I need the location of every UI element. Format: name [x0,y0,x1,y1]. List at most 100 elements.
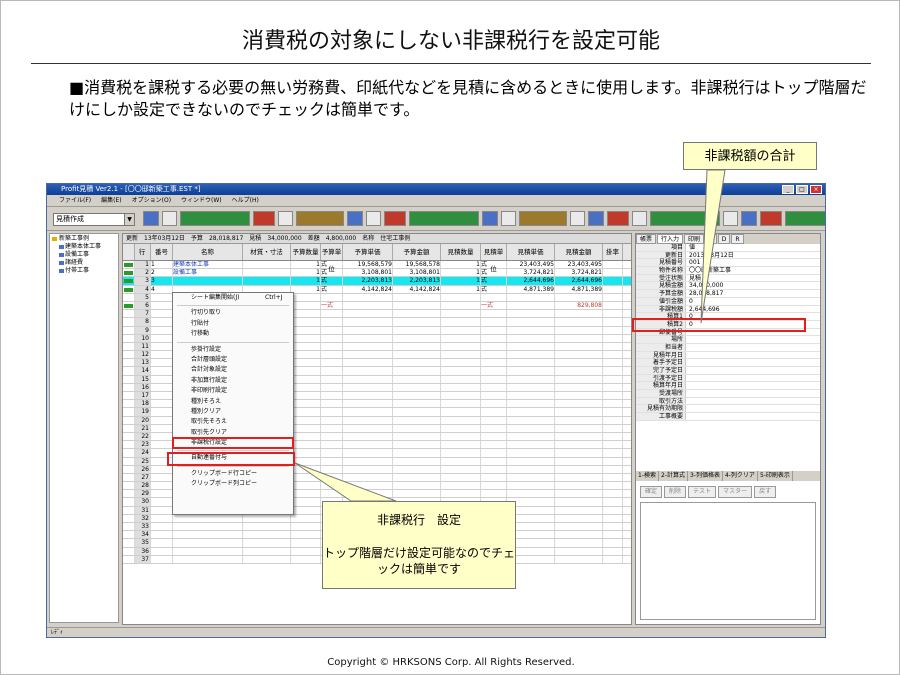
table-cell[interactable] [481,318,507,326]
table-cell[interactable] [481,400,507,408]
table-cell[interactable] [393,293,441,301]
table-cell[interactable] [151,367,173,375]
column-header[interactable]: 予算単価 [343,244,393,260]
toolbar-button[interactable] [501,211,516,226]
table-cell[interactable] [151,359,173,367]
table-cell[interactable] [507,293,555,301]
property-row[interactable]: 物件名称 〇〇邸新築工事 [636,267,820,275]
table-cell[interactable] [555,400,603,408]
table-cell[interactable] [291,498,321,506]
table-cell[interactable] [441,367,481,375]
context-menu-item[interactable]: 種別クリア [173,407,293,417]
toolbar-button[interactable] [384,211,406,226]
table-cell[interactable]: 13 [135,359,151,367]
toolbar-button[interactable] [760,211,782,226]
table-cell[interactable]: 12 [135,351,151,359]
table-cell[interactable] [393,342,441,351]
table-cell[interactable] [603,449,623,457]
table-cell[interactable] [173,514,243,522]
table-cell[interactable] [603,301,623,310]
table-cell[interactable] [321,367,343,375]
table-cell[interactable]: 2,203,813 [393,277,441,285]
table-cell[interactable] [151,392,173,400]
column-header[interactable]: 見積単位 [481,244,507,273]
table-cell[interactable]: 3,108,801 [343,269,393,277]
table-cell[interactable] [393,432,441,441]
table-cell[interactable]: 7 [135,310,151,318]
table-cell[interactable] [151,465,173,473]
table-cell[interactable]: 式 [321,261,343,269]
table-cell[interactable]: 18 [135,400,151,408]
table-cell[interactable] [321,334,343,342]
table-cell[interactable]: 1 [441,285,481,293]
table-cell[interactable] [603,531,623,539]
table-cell[interactable] [123,383,135,391]
table-cell[interactable] [321,392,343,400]
property-row[interactable]: 値引金額 0 [636,297,820,306]
pane-button[interactable]: 確定 [640,486,663,498]
table-cell[interactable]: 1 [291,277,321,285]
table-cell[interactable] [441,293,481,301]
table-cell[interactable] [555,326,603,334]
table-cell[interactable] [151,490,173,498]
toolbar-button[interactable] [741,211,757,226]
table-cell[interactable]: 1 [291,285,321,293]
bottom-tab[interactable]: 1-検索 [636,471,659,481]
table-cell[interactable] [481,408,507,416]
table-cell[interactable] [603,293,623,301]
table-cell[interactable] [603,465,623,473]
table-cell[interactable] [151,506,173,514]
table-cell[interactable] [393,367,441,375]
table-cell[interactable] [291,490,321,498]
table-cell[interactable] [291,334,321,342]
table-cell[interactable] [603,498,623,506]
table-cell[interactable] [393,375,441,383]
table-cell[interactable] [555,498,603,506]
toolbar-button[interactable] [296,211,344,226]
table-cell[interactable] [603,441,623,449]
table-cell[interactable] [507,359,555,367]
table-cell[interactable] [441,490,481,498]
minimize-button[interactable]: _ [782,185,794,194]
table-cell[interactable] [151,547,173,555]
context-menu-item[interactable]: 歩掛行設定 [173,345,293,355]
tree-item[interactable]: 付帯工事 [51,267,117,275]
table-cell[interactable] [243,531,291,539]
chevron-down-icon[interactable]: ▼ [124,214,134,225]
table-cell[interactable] [343,490,393,498]
table-cell[interactable]: 16 [135,383,151,391]
table-cell[interactable] [123,514,135,522]
table-cell[interactable] [123,555,135,563]
table-cell[interactable]: 1 [441,269,481,277]
table-cell[interactable] [123,342,135,351]
table-cell[interactable] [173,523,243,531]
table-cell[interactable] [603,416,623,424]
table-cell[interactable] [321,383,343,391]
table-cell[interactable] [393,351,441,359]
table-cell[interactable] [123,408,135,416]
table-cell[interactable] [291,514,321,522]
table-cell[interactable] [321,490,343,498]
table-cell[interactable] [393,473,441,482]
table-cell[interactable] [507,367,555,375]
table-cell[interactable]: 式 [481,269,507,277]
table-cell[interactable] [321,375,343,383]
table-cell[interactable] [151,416,173,424]
table-cell[interactable] [343,351,393,359]
table-cell[interactable] [481,465,507,473]
table-cell[interactable] [123,277,135,285]
table-cell[interactable]: 33 [135,523,151,531]
table-cell[interactable] [603,482,623,490]
menu-item[interactable]: オプション(O) [132,195,171,206]
context-menu-item[interactable]: 取引先クリア [173,428,293,438]
table-cell[interactable] [393,457,441,465]
table-cell[interactable] [343,293,393,301]
table-cell[interactable] [481,441,507,449]
table-cell[interactable] [321,351,343,359]
table-cell[interactable] [151,293,173,301]
table-cell[interactable]: 式 [481,277,507,285]
table-cell[interactable] [343,342,393,351]
table-cell[interactable] [343,473,393,482]
table-cell[interactable] [393,441,441,449]
table-cell[interactable] [123,506,135,514]
